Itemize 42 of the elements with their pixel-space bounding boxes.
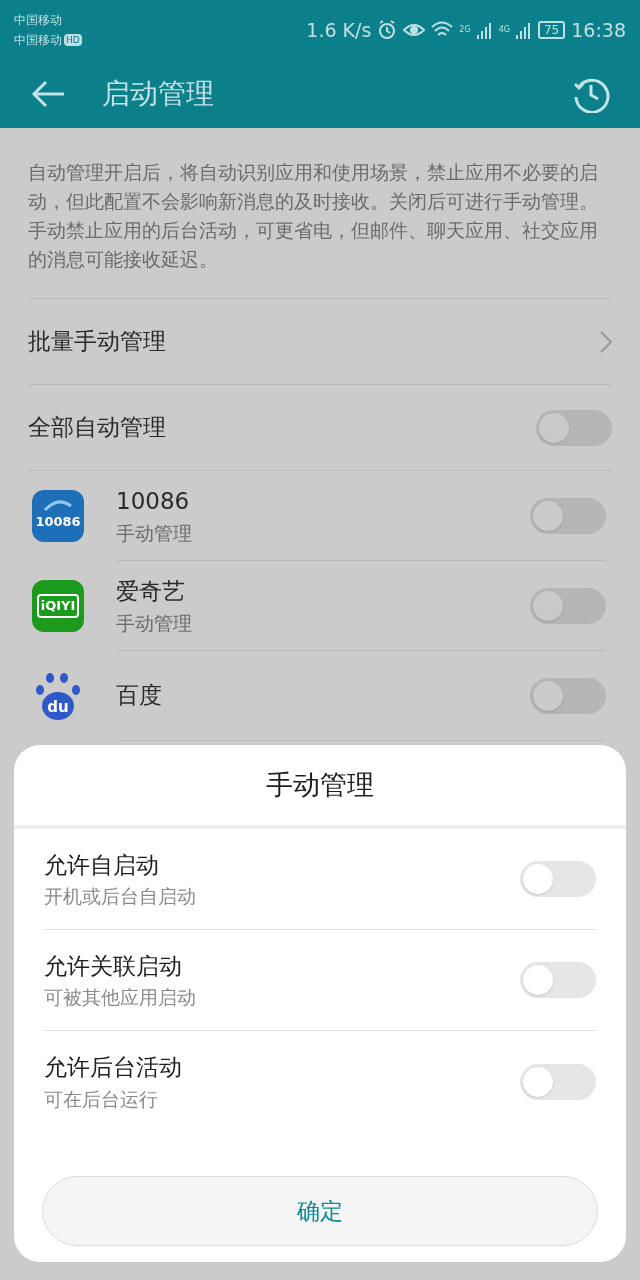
chevron-icon xyxy=(600,330,612,353)
row-label: 批量手动管理 xyxy=(28,327,166,357)
option-hint: 可被其他应用启动 xyxy=(44,985,197,1010)
app-name: 爱奇艺 xyxy=(116,577,186,606)
battery-level: 75 xyxy=(537,21,566,39)
confirm-button[interactable]: 确定 xyxy=(42,1176,598,1246)
app-icon: 10086 xyxy=(32,490,84,542)
app-status: 手动管理 xyxy=(116,520,193,546)
carrier-label: 中国移动 xyxy=(14,12,63,29)
option-label: 允许后台活动 xyxy=(44,1053,183,1082)
back-button[interactable] xyxy=(30,79,66,109)
app-icon: iQIYI xyxy=(32,580,84,632)
description-text: 自动管理开启后，将自动识别应用和使用场景，禁止应用不必要的启动，但此配置不会影响新消息的及时接收。关闭后可进行手动管理。 xyxy=(28,160,599,214)
toggle-switch[interactable] xyxy=(536,409,612,446)
page-title: 启动管理 xyxy=(102,76,215,112)
signal-icon xyxy=(476,21,493,39)
batch-manage-row[interactable]: 批量手动管理 xyxy=(28,299,612,385)
sheet-title: 手动管理 xyxy=(14,745,626,829)
option-hint: 可在后台运行 xyxy=(44,1086,159,1112)
carrier-label: 中国移动 xyxy=(14,32,62,49)
clock-time: 16:38 xyxy=(571,17,626,43)
network-label: 2G xyxy=(459,23,471,36)
toggle-switch[interactable] xyxy=(520,962,596,998)
eye-icon xyxy=(403,22,426,38)
toggle-switch[interactable] xyxy=(530,677,606,714)
hd-badge: HD xyxy=(64,34,82,46)
app-name: 百度 xyxy=(116,681,163,711)
network-speed: 1.6 K/s xyxy=(306,17,372,43)
option-label: 允许自启动 xyxy=(44,850,160,880)
signal-icon xyxy=(515,21,532,39)
row-label: 全部自动管理 xyxy=(28,413,166,443)
app-status: 手动管理 xyxy=(116,610,193,636)
toggle-switch[interactable] xyxy=(520,861,596,897)
toggle-switch[interactable] xyxy=(520,1063,596,1100)
option-label: 允许关联启动 xyxy=(44,951,183,981)
option-hint: 开机或后台自启动 xyxy=(44,884,197,909)
toggle-switch[interactable] xyxy=(530,497,606,534)
description-text: 手动禁止应用的后台活动，可更省电，但邮件、聊天应用、社交应用的消息可能接收延迟。 xyxy=(28,218,599,272)
alarm-icon xyxy=(377,20,398,40)
toggle-switch[interactable] xyxy=(530,587,606,624)
network-label: 4G xyxy=(498,23,510,36)
app-name: 10086 xyxy=(116,487,191,516)
